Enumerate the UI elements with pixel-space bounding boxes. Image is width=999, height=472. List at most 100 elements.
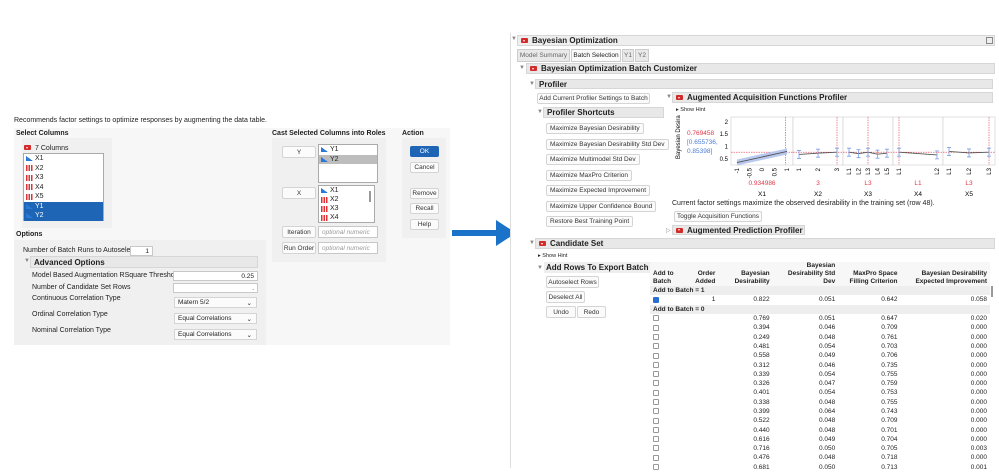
add-to-batch-checkbox[interactable]: [653, 464, 659, 471]
factor-current-value[interactable]: 0.934986: [748, 180, 775, 187]
x-role-item[interactable]: X4: [319, 213, 374, 222]
red-triangle-menu-icon[interactable]: [676, 95, 683, 100]
add-to-batch-checkbox[interactable]: [653, 380, 659, 387]
x-role-item[interactable]: X3: [319, 204, 374, 213]
redo-button[interactable]: Redo: [577, 306, 606, 318]
column-list[interactable]: X1 X2 X3 X4 X5 Y1 Y2: [23, 153, 104, 221]
prediction-profiler-header[interactable]: Augmented Prediction Profiler: [672, 225, 805, 235]
autoselect-rows-button[interactable]: Autoselect Rows: [546, 276, 599, 288]
candidate-set-header[interactable]: Candidate Set: [535, 238, 995, 249]
column-header[interactable]: Bayesian Desirability Std Dev: [772, 262, 839, 286]
add-to-batch-checkbox[interactable]: [653, 445, 659, 452]
run-order-input[interactable]: optional numeric: [318, 242, 378, 254]
shortcut-button[interactable]: Maximize Bayesian Desirability Std Dev: [546, 138, 669, 150]
y-role-item[interactable]: Y1: [319, 145, 377, 155]
column-header[interactable]: Bayesian Desirability: [718, 262, 773, 286]
customizer-header[interactable]: Bayesian Optimization Batch Customizer: [526, 63, 995, 74]
shortcut-button[interactable]: Maximize Bayesian Desirability: [546, 123, 644, 134]
add-to-batch-checkbox[interactable]: [653, 436, 659, 443]
x-role-button[interactable]: X: [282, 187, 316, 199]
x-role-list[interactable]: X1 X2 X3 X4: [318, 185, 375, 223]
y-role-item[interactable]: Y2: [319, 154, 377, 164]
report-title[interactable]: Bayesian Optimization: [517, 35, 995, 46]
column-header[interactable]: Bayesian Desirability Expected Improveme…: [900, 262, 990, 286]
red-triangle-menu-icon[interactable]: [24, 145, 31, 150]
add-to-batch-checkbox[interactable]: [653, 324, 659, 331]
factor-current-value[interactable]: L3: [864, 180, 872, 187]
column-item[interactable]: Y2: [24, 211, 103, 221]
column-item[interactable]: X1: [24, 154, 103, 164]
show-hint-toggle[interactable]: ▸ Show Hint: [676, 107, 705, 113]
batch-runs-input[interactable]: 1: [130, 246, 153, 256]
add-to-batch-checkbox[interactable]: [653, 408, 659, 415]
maximize-icon[interactable]: [986, 37, 993, 44]
add-to-batch-checkbox[interactable]: [653, 426, 659, 433]
shortcut-button[interactable]: Restore Best Training Point: [546, 216, 634, 227]
tab-model-summary[interactable]: Model Summary: [517, 49, 570, 62]
disclosure-icon[interactable]: ▼: [537, 265, 543, 271]
deselect-all-button[interactable]: Deselect All: [546, 291, 585, 303]
shortcut-button[interactable]: Maximize Upper Confidence Bound: [546, 200, 657, 212]
column-item[interactable]: X2: [24, 164, 103, 174]
add-to-batch-checkbox[interactable]: [653, 398, 659, 405]
column-item[interactable]: X3: [24, 173, 103, 183]
add-to-batch-checkbox[interactable]: [653, 417, 659, 424]
iteration-input[interactable]: optional numeric: [318, 226, 378, 238]
add-to-batch-checkbox[interactable]: [653, 361, 659, 368]
red-triangle-menu-icon[interactable]: [530, 66, 537, 71]
cancel-button[interactable]: Cancel: [410, 162, 439, 173]
x-role-item[interactable]: X2: [319, 195, 374, 204]
red-triangle-menu-icon[interactable]: [521, 38, 528, 43]
disclosure-icon[interactable]: ▼: [519, 65, 525, 71]
y-role-button[interactable]: Y: [282, 146, 316, 158]
add-to-batch-checkbox[interactable]: [653, 343, 659, 350]
factor-current-value[interactable]: L1: [914, 180, 922, 187]
export-batch-header[interactable]: Add Rows To Export Batch: [544, 262, 651, 273]
candidate-rows-input[interactable]: .: [173, 283, 258, 293]
candidate-hint-toggle[interactable]: ▸ Show Hint: [538, 253, 567, 259]
x-list-scrollbar[interactable]: [369, 191, 371, 202]
add-to-batch-checkbox[interactable]: [653, 315, 659, 322]
column-item[interactable]: X4: [24, 183, 103, 193]
add-to-batch-checkbox[interactable]: [653, 352, 659, 359]
table-scrollbar[interactable]: [991, 286, 993, 297]
acquisition-profiler-plot[interactable]: Bayesian Desirability 0.769458 [0.655736, 0…: [670, 115, 998, 200]
column-item[interactable]: X5: [24, 192, 103, 202]
ok-button[interactable]: OK: [410, 146, 439, 157]
help-button[interactable]: Help: [410, 219, 439, 230]
remove-button[interactable]: Remove: [410, 188, 439, 199]
column-header[interactable]: Add to Batch: [650, 262, 684, 286]
ordinal-corr-select[interactable]: Equal Correlations ⌄: [174, 313, 257, 324]
factor-current-value[interactable]: 3: [816, 180, 820, 187]
column-header[interactable]: Order Added: [683, 262, 719, 286]
add-to-batch-checkbox[interactable]: [653, 371, 659, 378]
advanced-options-header[interactable]: Advanced Options: [30, 256, 258, 268]
disclosure-collapsed-icon[interactable]: ▷: [666, 227, 671, 234]
recall-button[interactable]: Recall: [410, 203, 439, 214]
continuous-corr-select[interactable]: Matern 5/2 ⌄: [174, 297, 257, 308]
shortcut-button[interactable]: Maximize Multimodel Std Dev: [546, 154, 640, 165]
x-role-item[interactable]: X1: [319, 186, 374, 195]
acq-profiler-header[interactable]: Augmented Acquisition Functions Profiler: [672, 92, 993, 103]
column-header[interactable]: MaxPro Space Filling Criterion: [838, 262, 901, 286]
shortcut-button[interactable]: Maximize Expected Improvement: [546, 185, 651, 196]
tab-batch-selection[interactable]: Batch Selection: [571, 49, 621, 62]
y-role-list[interactable]: Y1 Y2: [318, 144, 378, 183]
nominal-corr-select[interactable]: Equal Correlations ⌄: [174, 329, 257, 340]
factor-current-value[interactable]: L3: [965, 180, 973, 187]
tab-y2[interactable]: Y2: [635, 49, 649, 62]
add-to-batch-checkbox[interactable]: [653, 296, 659, 303]
run-order-button[interactable]: Run Order: [282, 242, 316, 254]
iteration-button[interactable]: Iteration: [282, 226, 316, 238]
toggle-acquisition-button[interactable]: Toggle Acquisition Functions: [674, 211, 762, 222]
add-to-batch-checkbox[interactable]: [653, 389, 659, 396]
column-item[interactable]: Y1: [24, 201, 103, 211]
add-to-batch-checkbox[interactable]: [653, 454, 659, 461]
profiler-header[interactable]: Profiler: [535, 79, 993, 89]
add-to-batch-checkbox[interactable]: [653, 333, 659, 340]
profiler-shortcuts-header[interactable]: Profiler Shortcuts: [543, 107, 664, 118]
undo-button[interactable]: Undo: [546, 306, 576, 318]
columns-header[interactable]: 7 Columns: [24, 145, 68, 152]
red-triangle-menu-icon[interactable]: [676, 227, 683, 233]
rsquare-input[interactable]: 0.25: [173, 271, 258, 281]
